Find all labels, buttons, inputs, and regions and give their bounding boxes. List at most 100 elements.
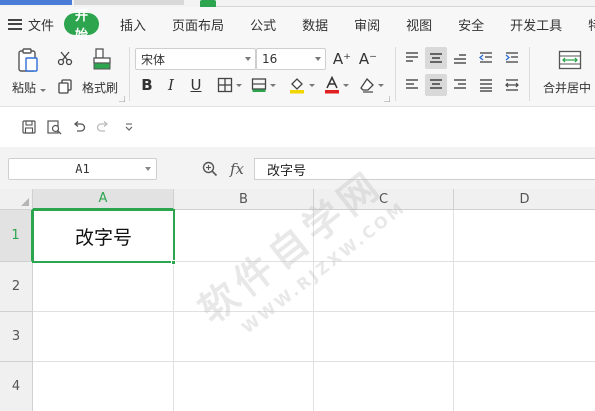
row-header-1[interactable]: 1 (0, 210, 33, 262)
active-cell-selection[interactable] (32, 209, 175, 263)
chevron-down-icon (308, 83, 315, 87)
clear-format-button[interactable] (356, 74, 386, 96)
tab-data[interactable]: 数据 (289, 15, 341, 34)
format-painter-label[interactable]: 格式刷 (82, 79, 118, 96)
window-tab-active[interactable] (200, 0, 216, 7)
cell-d4[interactable] (454, 362, 595, 411)
tab-formulas[interactable]: 公式 (237, 15, 289, 34)
grow-font-icon: A⁺ (332, 50, 352, 68)
name-box[interactable]: A1 (8, 158, 157, 180)
paste-label[interactable]: 粘贴 (12, 79, 46, 96)
column-header-a[interactable]: A (33, 189, 174, 210)
italic-button[interactable]: I (161, 74, 181, 96)
decrease-indent-button[interactable] (475, 47, 497, 69)
column-header-d[interactable]: D (454, 189, 595, 210)
font-size-select[interactable]: 16 (256, 48, 326, 70)
distributed-align-button[interactable] (501, 74, 523, 96)
increase-indent-button[interactable] (501, 47, 523, 69)
window-tab-strip (0, 0, 595, 7)
justify-button[interactable] (475, 74, 497, 96)
spreadsheet-grid: A B C D 1 2 3 4 改字号 (0, 189, 595, 411)
tab-features[interactable]: 特色 (575, 15, 595, 34)
align-top-button[interactable] (401, 47, 423, 69)
align-middle-button[interactable] (425, 47, 447, 69)
file-menu-button[interactable]: 文件 (0, 12, 62, 36)
font-color-button[interactable] (322, 74, 350, 96)
font-dialog-launcher[interactable] (383, 95, 391, 103)
cell-a2[interactable] (33, 262, 174, 312)
tab-home[interactable]: 开始 (64, 9, 100, 43)
bold-button[interactable]: B (137, 74, 157, 96)
paintbrush-icon (93, 48, 111, 70)
zoom-formula-button[interactable] (201, 160, 219, 178)
cell-d3[interactable] (454, 312, 595, 362)
formula-input-value: 改字号 (267, 163, 307, 179)
row-header-4[interactable]: 4 (0, 362, 33, 411)
row-header-2[interactable]: 2 (0, 262, 33, 312)
save-button[interactable] (20, 118, 38, 136)
grow-font-button[interactable]: A⁺ (331, 48, 353, 70)
customize-toolbar-button[interactable] (121, 118, 137, 136)
redo-button[interactable] (94, 118, 112, 136)
tab-security[interactable]: 安全 (445, 15, 497, 34)
cell-b2[interactable] (174, 262, 314, 312)
clipboard-icon (18, 48, 38, 72)
select-all-corner[interactable] (0, 189, 33, 210)
font-name-select[interactable]: 宋体 (135, 48, 256, 70)
tab-insert[interactable]: 插入 (107, 15, 159, 34)
window-tab-gray[interactable] (74, 0, 184, 5)
paste-button[interactable] (10, 45, 46, 75)
cell-d1[interactable] (454, 210, 595, 262)
format-painter-button[interactable] (88, 45, 116, 73)
italic-icon: I (168, 76, 174, 94)
align-center-button[interactable] (425, 74, 447, 96)
cell-a3[interactable] (33, 312, 174, 362)
tab-review[interactable]: 审阅 (341, 15, 393, 34)
underline-button[interactable]: U (186, 74, 206, 96)
font-size-value: 16 (262, 52, 278, 66)
tab-developer[interactable]: 开发工具 (497, 15, 575, 34)
cell-b1[interactable] (174, 210, 314, 262)
chevron-down-icon (269, 83, 276, 87)
cell-b3[interactable] (174, 312, 314, 362)
align-left-button[interactable] (401, 74, 423, 96)
print-preview-button[interactable] (45, 118, 63, 136)
chevron-down-icon (342, 83, 349, 87)
align-bottom-button[interactable] (449, 47, 471, 69)
cell-d2[interactable] (454, 262, 595, 312)
chevron-down-icon (235, 83, 242, 87)
column-header-b[interactable]: B (174, 189, 314, 210)
outdent-icon (478, 52, 492, 63)
fill-color-button[interactable] (285, 74, 317, 96)
cell-c1[interactable] (314, 210, 454, 262)
fill-pattern-button[interactable] (248, 74, 278, 96)
chevron-down-icon (315, 57, 321, 61)
row-header-3[interactable]: 3 (0, 312, 33, 362)
fill-handle[interactable] (171, 260, 176, 265)
menu-bar: 文件 开始 插入 页面布局 公式 数据 审阅 视图 安全 开发工具 特色 (0, 7, 595, 43)
tab-page-layout[interactable]: 页面布局 (159, 15, 237, 34)
border-grid-icon (217, 77, 232, 93)
borders-button[interactable] (214, 74, 244, 96)
cell-style-icon (251, 78, 266, 92)
column-header-c[interactable]: C (314, 189, 454, 210)
cell-c2[interactable] (314, 262, 454, 312)
cut-button[interactable] (54, 47, 76, 69)
align-right-button[interactable] (449, 74, 471, 96)
merge-center-label[interactable]: 合并居中 (543, 79, 591, 96)
insert-function-button[interactable]: fx (226, 158, 248, 180)
shrink-font-button[interactable]: A⁻ (357, 48, 379, 70)
cell-b4[interactable] (174, 362, 314, 411)
tab-view[interactable]: 视图 (393, 15, 445, 34)
chevron-down-icon (245, 57, 251, 61)
cell-a4[interactable] (33, 362, 174, 411)
clipboard-dialog-launcher[interactable] (118, 95, 126, 103)
merge-center-button[interactable] (555, 47, 585, 73)
undo-button[interactable] (70, 118, 88, 136)
formula-input[interactable]: 改字号 (254, 158, 595, 180)
copy-button[interactable] (54, 75, 76, 97)
font-name-value: 宋体 (141, 52, 166, 67)
cell-c4[interactable] (314, 362, 454, 411)
cell-c3[interactable] (314, 312, 454, 362)
window-tab-blue[interactable] (0, 0, 72, 5)
